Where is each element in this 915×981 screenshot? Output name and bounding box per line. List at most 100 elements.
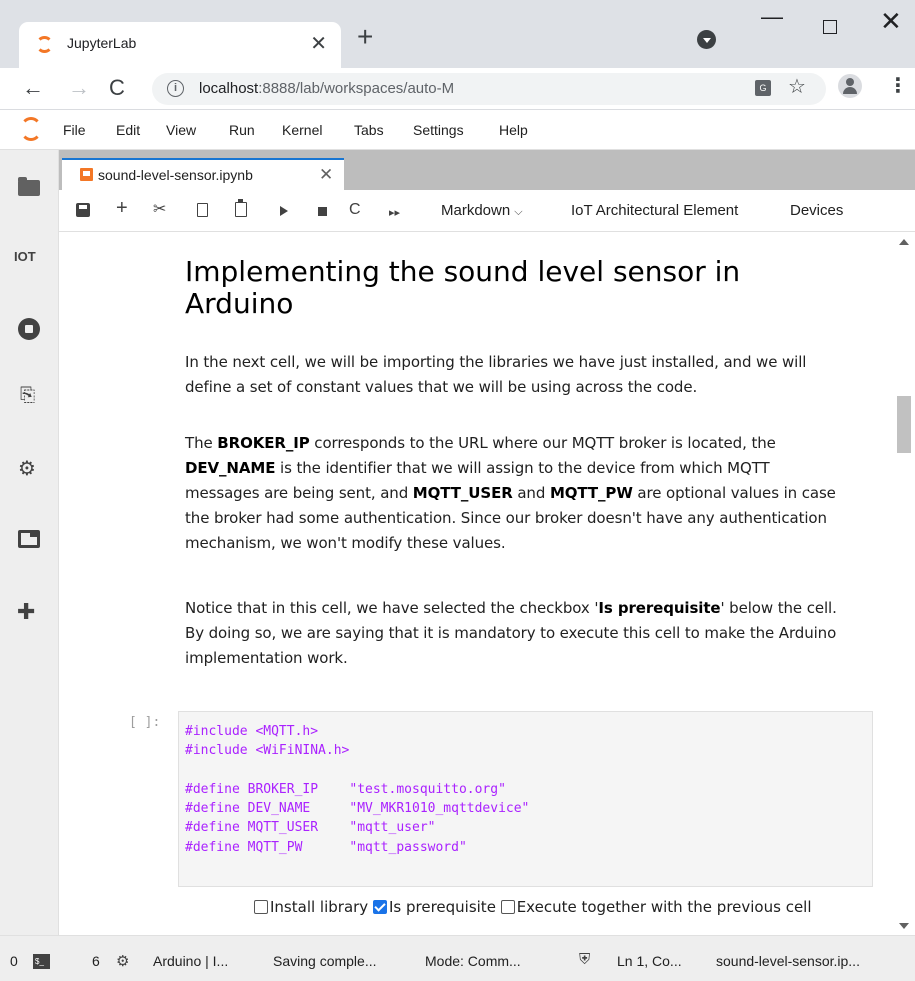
menu-view[interactable]: View xyxy=(166,122,196,138)
interrupt-kernel-icon[interactable] xyxy=(318,207,327,216)
browser-menu-icon[interactable]: ⋮ xyxy=(888,72,908,100)
code-line: #include <WiFiNINA.h> xyxy=(185,741,866,760)
notebook-heading: Implementing the sound level sensor in A… xyxy=(185,255,741,320)
file-name-status: sound-level-sensor.ip... xyxy=(716,953,860,969)
minimize-window-button[interactable]: — xyxy=(761,4,783,30)
close-notebook-tab-icon[interactable]: ✕ xyxy=(319,165,333,185)
running-sessions-icon[interactable] xyxy=(18,318,40,340)
markdown-paragraph-3: Notice that in this cell, we have select… xyxy=(185,596,845,671)
forward-button[interactable]: → xyxy=(68,74,90,102)
notebook-scrollbar[interactable] xyxy=(893,232,915,935)
url-text[interactable]: localhost:8888/lab/workspaces/auto-M xyxy=(199,80,454,97)
restart-run-all-icon[interactable]: ▸▸ xyxy=(389,204,400,222)
save-icon[interactable] xyxy=(76,203,90,217)
code-string: "MV_MKR1010_mqttdevice" xyxy=(349,801,530,817)
p2-bold-mqtt-pw: MQTT_PW xyxy=(549,484,633,502)
scrollbar-thumb[interactable] xyxy=(897,396,911,453)
maximize-window-button[interactable] xyxy=(823,20,837,34)
running-count-b[interactable]: 6 xyxy=(92,953,100,969)
p2-text-2: corresponds to the URL where our MQTT br… xyxy=(309,434,776,452)
paste-icon[interactable] xyxy=(235,199,247,217)
extension-manager-icon[interactable]: ✚ xyxy=(17,599,35,625)
account-avatar-icon[interactable] xyxy=(838,74,862,98)
execute-together-checkbox[interactable] xyxy=(500,900,515,914)
code-line: #define DEV_NAME "MV_MKR1010_mqttdevice" xyxy=(185,799,866,818)
is-prerequisite-checkbox[interactable] xyxy=(372,900,387,914)
browser-tab[interactable]: JupyterLab ✕ xyxy=(19,22,341,68)
code-string: "mqtt_password" xyxy=(349,839,467,855)
menu-tabs[interactable]: Tabs xyxy=(354,122,384,138)
scroll-up-arrow-icon[interactable] xyxy=(899,239,909,245)
p2-text-4: and xyxy=(512,484,550,502)
p2-bold-dev-name: DEV_NAME xyxy=(185,459,276,477)
menu-help[interactable]: Help xyxy=(499,122,528,138)
left-sidebar: IOT ⎘ ⚙ ✚ xyxy=(0,150,59,936)
code-string: "mqtt_user" xyxy=(349,820,436,836)
iot-panel-label[interactable]: IOT xyxy=(14,249,36,264)
jupyterlab-logo-icon xyxy=(20,117,42,141)
scroll-down-arrow-icon[interactable] xyxy=(899,923,909,929)
p3-text-1: Notice that in this cell, we have select… xyxy=(185,599,599,617)
markdown-paragraph-2: The BROKER_IP corresponds to the URL whe… xyxy=(185,431,845,556)
p2-bold-broker-ip: BROKER_IP xyxy=(217,434,310,452)
address-bar[interactable]: i localhost:8888/lab/workspaces/auto-M G… xyxy=(152,73,826,105)
markdown-paragraph-1: In the next cell, we will be importing t… xyxy=(185,353,807,396)
property-inspector-icon[interactable]: ⚙ xyxy=(18,456,36,481)
bookmark-star-icon[interactable]: ☆ xyxy=(788,74,806,99)
p2-bold-mqtt-user: MQTT_USER xyxy=(412,484,513,502)
terminal-icon[interactable]: $_ xyxy=(33,954,50,969)
kernel-cpu-icon[interactable]: ⚙ xyxy=(116,952,129,970)
mode-status[interactable]: Mode: Comm... xyxy=(425,953,521,969)
jupyterlab-menubar: File Edit View Run Kernel Tabs Settings … xyxy=(0,110,915,150)
file-browser-icon[interactable] xyxy=(18,177,40,196)
close-tab-icon[interactable]: ✕ xyxy=(310,31,327,56)
iot-element-dropdown[interactable]: IoT Architectural Element xyxy=(571,202,738,219)
code-cell-editor[interactable]: #include <MQTT.h> #include <WiFiNINA.h> … xyxy=(178,711,873,887)
cell-type-select[interactable]: Markdown ⌵ xyxy=(441,202,523,219)
browser-tab-title: JupyterLab xyxy=(67,35,137,51)
code-string: "test.mosquitto.org" xyxy=(349,781,506,797)
url-path: :8888/lab/workspaces/auto-M xyxy=(258,80,455,97)
menu-kernel[interactable]: Kernel xyxy=(282,122,322,138)
notebook-tab[interactable]: sound-level-sensor.ipynb ✕ xyxy=(62,158,344,190)
menu-settings[interactable]: Settings xyxy=(413,122,464,138)
run-cell-icon[interactable] xyxy=(280,206,288,216)
document-tabbar: sound-level-sensor.ipynb ✕ xyxy=(59,150,915,190)
install-library-checkbox[interactable] xyxy=(254,900,268,914)
code-keyword: #define DEV_NAME xyxy=(185,801,350,817)
save-status: Saving comple... xyxy=(273,953,377,969)
running-count-a[interactable]: 0 xyxy=(10,953,18,969)
copy-icon[interactable] xyxy=(197,203,208,217)
devices-button[interactable]: Devices xyxy=(790,202,843,219)
menu-edit[interactable]: Edit xyxy=(116,122,140,138)
is-prerequisite-label[interactable]: Is prerequisite xyxy=(389,898,496,916)
status-bar: 0 $_ 6 ⚙ Arduino | I... Saving comple...… xyxy=(0,935,915,981)
new-tab-button[interactable]: + xyxy=(357,22,373,52)
open-tabs-icon[interactable] xyxy=(18,530,40,548)
command-palette-icon[interactable]: ⎘ xyxy=(20,385,35,407)
translate-icon[interactable]: G xyxy=(755,80,771,96)
restart-kernel-icon[interactable]: C xyxy=(349,201,361,219)
code-keyword: #include <WiFiNINA.h> xyxy=(185,743,350,759)
site-info-icon[interactable]: i xyxy=(167,80,184,97)
menu-run[interactable]: Run xyxy=(229,122,255,138)
jupyter-favicon-icon xyxy=(36,36,53,53)
cut-icon[interactable]: ✂ xyxy=(153,201,166,219)
shield-icon[interactable]: ⛨ xyxy=(579,951,590,968)
tab-search-icon[interactable] xyxy=(697,30,716,49)
close-window-button[interactable]: ✕ xyxy=(880,8,902,34)
cursor-position[interactable]: Ln 1, Co... xyxy=(617,953,682,969)
notebook-panel: Implementing the sound level sensor in A… xyxy=(59,232,915,935)
insert-cell-icon[interactable]: + xyxy=(116,198,128,218)
back-button[interactable]: ← xyxy=(22,74,44,102)
install-library-label[interactable]: Install library xyxy=(270,898,368,916)
reload-button[interactable]: C xyxy=(109,74,125,102)
p3-bold-is-prerequisite: Is prerequisite xyxy=(598,599,721,617)
execute-together-label[interactable]: Execute together with the previous cell xyxy=(517,898,812,916)
notebook-icon xyxy=(80,168,93,181)
code-keyword: #define BROKER_IP xyxy=(185,781,350,797)
code-keyword: #define MQTT_USER xyxy=(185,820,350,836)
menu-file[interactable]: File xyxy=(63,122,86,138)
kernel-status[interactable]: Arduino | I... xyxy=(153,953,228,969)
